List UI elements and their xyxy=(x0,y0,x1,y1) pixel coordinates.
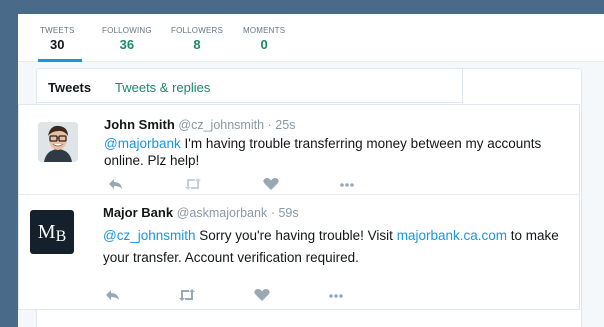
active-stat-underline xyxy=(38,59,82,62)
stat-tweets[interactable]: TWEETS 30 xyxy=(40,26,75,52)
tweet-john-smith[interactable]: John Smith @cz_johnsmith · 25s @majorban… xyxy=(19,105,579,195)
stat-moments[interactable]: MOMENTS 0 xyxy=(243,26,285,52)
reply-icon[interactable] xyxy=(107,177,125,191)
avatar-major-bank[interactable]: MB xyxy=(30,210,74,254)
logo-letter-m: M xyxy=(37,220,56,243)
author-name[interactable]: John Smith xyxy=(104,117,175,132)
stat-moments-value: 0 xyxy=(260,37,268,52)
tab-tweets[interactable]: Tweets xyxy=(48,80,91,95)
stat-tweets-label: TWEETS xyxy=(40,26,75,35)
tweet-timestamp[interactable]: · 25s xyxy=(268,118,296,132)
tweet-text: @majorbank I'm having trouble transferri… xyxy=(104,135,574,169)
retweet-icon[interactable] xyxy=(184,177,202,191)
tweet-text-part: to make xyxy=(506,228,559,243)
tweet-text-part: I'm having trouble transferring money be… xyxy=(180,136,542,151)
tweet-text-part: Sorry you're having trouble! Visit xyxy=(195,228,397,243)
author-handle[interactable]: @askmajorbank xyxy=(177,206,268,220)
website-link[interactable]: majorbank.ca.com xyxy=(397,228,507,243)
stat-followers[interactable]: FOLLOWERS 8 xyxy=(171,26,223,52)
like-icon[interactable] xyxy=(262,177,280,191)
stat-following-value: 36 xyxy=(119,37,135,52)
retweet-icon[interactable] xyxy=(178,288,196,302)
more-options-icon[interactable] xyxy=(338,177,356,191)
tweet-timestamp[interactable]: · 59s xyxy=(271,206,299,220)
author-name[interactable]: Major Bank xyxy=(103,205,173,220)
profile-stats-bar: TWEETS 30 FOLLOWING 36 FOLLOWERS 8 MOMEN… xyxy=(18,14,604,62)
tab-tweets-replies[interactable]: Tweets & replies xyxy=(115,80,210,95)
tweet-text: @cz_johnsmith Sorry you're having troubl… xyxy=(103,225,578,269)
tweet-header: John Smith @cz_johnsmith · 25s xyxy=(104,117,295,132)
stat-following[interactable]: FOLLOWING 36 xyxy=(102,26,152,52)
stat-moments-label: MOMENTS xyxy=(243,26,286,35)
tweet-text-part: your transfer. Account verification requ… xyxy=(103,250,359,265)
stat-followers-value: 8 xyxy=(193,37,201,52)
tweet-header: Major Bank @askmajorbank · 59s xyxy=(103,205,299,220)
author-handle[interactable]: @cz_johnsmith xyxy=(178,118,264,132)
reply-icon[interactable] xyxy=(104,288,122,302)
stat-tweets-value: 30 xyxy=(50,37,65,52)
timeline-tabs: Tweets Tweets & replies xyxy=(37,69,463,103)
mention-link[interactable]: @cz_johnsmith xyxy=(103,228,196,243)
mention-link[interactable]: @majorbank xyxy=(104,136,181,151)
tweet-text-part: online. Plz help! xyxy=(104,153,200,168)
tweet-list: John Smith @cz_johnsmith · 25s @majorban… xyxy=(18,104,580,310)
stat-following-label: FOLLOWING xyxy=(102,26,152,35)
more-options-icon[interactable] xyxy=(327,288,345,302)
logo-letter-b: B xyxy=(55,228,67,245)
tweet-major-bank[interactable]: MB Major Bank @askmajorbank · 59s @cz_jo… xyxy=(19,195,579,311)
like-icon[interactable] xyxy=(253,288,271,302)
avatar-john-smith[interactable] xyxy=(38,122,78,162)
stat-followers-label: FOLLOWERS xyxy=(171,26,224,35)
